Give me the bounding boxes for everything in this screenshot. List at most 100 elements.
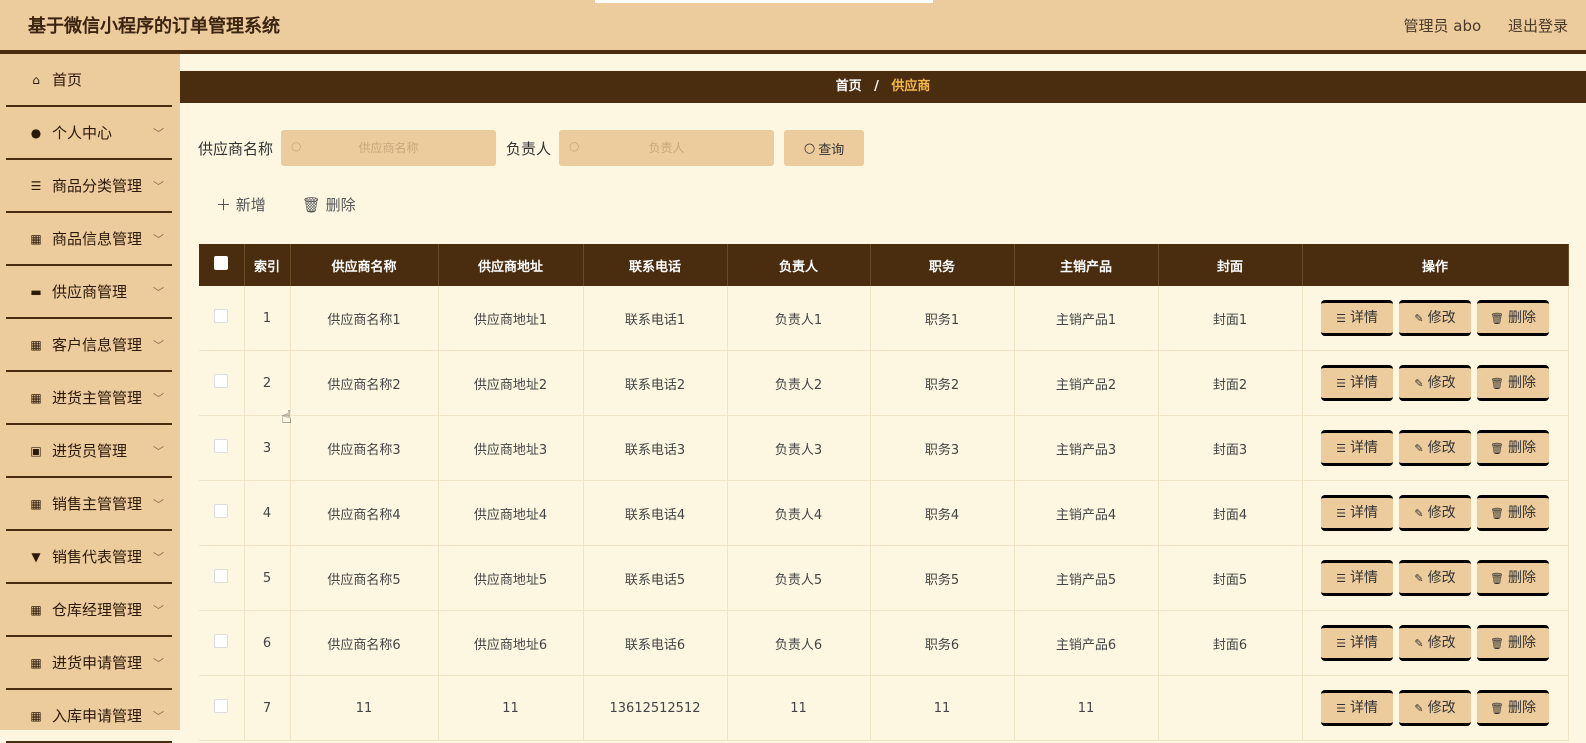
- table-cell: 联系电话3: [583, 415, 728, 481]
- table-row: 1 供应商名称1 供应商地址1 联系电话1 负责人1 职务1 主销产品1 封面1 ☰ 详情 ✎ 修改 🗑…: [199, 286, 1569, 351]
- detail-button[interactable]: ☰ 详情: [1321, 560, 1393, 596]
- trash-icon: 🗑: [1490, 442, 1504, 455]
- edit-button[interactable]: ✎ 修改: [1399, 690, 1471, 726]
- table-cell: 主销产品3: [1014, 415, 1159, 481]
- table-cell: 11: [870, 675, 1015, 741]
- delete-label: 删除: [325, 196, 356, 214]
- row-delete-button[interactable]: 🗑 删除: [1477, 625, 1549, 661]
- chevron-down-icon: ﹀: [153, 392, 164, 405]
- edit-button[interactable]: ✎ 修改: [1399, 560, 1471, 596]
- detail-button[interactable]: ☰ 详情: [1321, 430, 1393, 466]
- edit-button[interactable]: ✎ 修改: [1399, 625, 1471, 661]
- button-label: 修改: [1427, 505, 1456, 521]
- doc-icon: ☰: [1336, 442, 1346, 455]
- table-cell: 联系电话1: [583, 286, 728, 351]
- supplier-name-input[interactable]: [311, 140, 466, 156]
- sidebar-item-customer[interactable]: ▦ 客户信息管理 ﹀: [6, 319, 172, 372]
- query-button[interactable]: ○ 查询: [784, 130, 865, 166]
- main-content: 首页 / 供应商 供应商名称 ○ 负责人 ○ ○ 查询 ＋ 新增 🗑 删除: [180, 54, 1586, 741]
- button-label: 详情: [1349, 505, 1378, 521]
- pencil-icon: ✎: [1414, 442, 1424, 455]
- table-cell: 供应商名称3: [290, 415, 439, 481]
- row-delete-button[interactable]: 🗑 删除: [1477, 430, 1549, 466]
- clipboard-icon: ▣: [30, 443, 42, 458]
- detail-button[interactable]: ☰ 详情: [1321, 625, 1393, 661]
- doc-icon: ☰: [1336, 377, 1346, 390]
- row-select-cell: [199, 415, 245, 481]
- doc-icon: ☰: [1336, 572, 1346, 585]
- sidebar-item-label: 商品分类管理: [52, 177, 143, 195]
- row-actions: ☰ 详情 ✎ 修改 🗑 删除: [1302, 415, 1569, 481]
- plus-icon: ＋: [216, 196, 232, 214]
- table-cell: 职务4: [870, 480, 1015, 546]
- table-cell: 2: [244, 350, 291, 416]
- row-select-cell: [199, 350, 245, 416]
- row-checkbox[interactable]: [214, 699, 229, 713]
- row-actions: ☰ 详情 ✎ 修改 🗑 删除: [1302, 610, 1569, 676]
- sidebar-item-warehouse-manager[interactable]: ▦ 仓库经理管理 ﹀: [6, 584, 172, 637]
- mouse-cursor-icon: ☝: [281, 407, 292, 428]
- edit-button[interactable]: ✎ 修改: [1399, 430, 1471, 466]
- button-label: 删除: [1507, 700, 1536, 716]
- detail-button[interactable]: ☰ 详情: [1321, 495, 1393, 531]
- row-delete-button[interactable]: 🗑 删除: [1477, 560, 1549, 596]
- sidebar-item-profile[interactable]: ● 个人中心 ﹀: [6, 107, 172, 160]
- button-label: 详情: [1349, 700, 1378, 716]
- detail-button[interactable]: ☰ 详情: [1321, 365, 1393, 401]
- chevron-down-icon: ﹀: [153, 551, 164, 564]
- batch-delete-button[interactable]: 🗑 删除: [302, 194, 356, 215]
- breadcrumb-home[interactable]: 首页: [836, 79, 862, 94]
- button-label: 详情: [1349, 310, 1378, 326]
- edit-button[interactable]: ✎ 修改: [1399, 365, 1471, 401]
- button-label: 修改: [1427, 700, 1456, 716]
- row-checkbox[interactable]: [214, 634, 229, 648]
- row-delete-button[interactable]: 🗑 删除: [1477, 495, 1549, 531]
- row-delete-button[interactable]: 🗑 删除: [1477, 690, 1549, 726]
- row-select-cell: [199, 286, 245, 351]
- row-checkbox[interactable]: [214, 374, 229, 388]
- row-delete-button[interactable]: 🗑 删除: [1477, 300, 1549, 336]
- sidebar-item-purchase-request[interactable]: ▦ 进货申请管理 ﹀: [6, 637, 172, 690]
- sidebar-item-purchase-manager[interactable]: ▦ 进货主管管理 ﹀: [6, 372, 172, 425]
- table-cell: 联系电话2: [583, 350, 728, 416]
- stamp-icon: ▼: [31, 549, 41, 564]
- row-checkbox[interactable]: [214, 439, 229, 453]
- logout-link[interactable]: 退出登录: [1508, 17, 1568, 35]
- trash-icon: 🗑: [301, 196, 321, 214]
- supplier-name-label: 供应商名称: [198, 139, 274, 158]
- sidebar-item-purchaser[interactable]: ▣ 进货员管理 ﹀: [6, 425, 172, 478]
- select-all-checkbox[interactable]: [214, 256, 229, 270]
- row-actions: ☰ 详情 ✎ 修改 🗑 删除: [1302, 350, 1569, 416]
- column-header: 主销产品: [1014, 244, 1159, 286]
- person-icon: ●: [30, 125, 42, 140]
- person-input[interactable]: [589, 140, 744, 156]
- row-checkbox[interactable]: [214, 569, 229, 583]
- detail-button[interactable]: ☰ 详情: [1321, 300, 1393, 336]
- row-checkbox[interactable]: [214, 504, 229, 518]
- detail-button[interactable]: ☰ 详情: [1321, 690, 1393, 726]
- table-cell: 联系电话6: [583, 610, 728, 676]
- sidebar-item-goods[interactable]: ▦ 商品信息管理 ﹀: [6, 213, 172, 266]
- chevron-down-icon: ﹀: [153, 657, 164, 670]
- row-delete-button[interactable]: 🗑 删除: [1477, 365, 1549, 401]
- edit-button[interactable]: ✎ 修改: [1399, 495, 1471, 531]
- edit-button[interactable]: ✎ 修改: [1399, 300, 1471, 336]
- doc-icon: ☰: [1336, 637, 1346, 650]
- pencil-icon: ✎: [1414, 507, 1424, 520]
- table-row: 5 供应商名称5 供应商地址5 联系电话5 负责人5 职务5 主销产品5 封面5 ☰ 详情 ✎ 修改 🗑…: [199, 545, 1569, 611]
- grid-icon: ▦: [30, 708, 42, 723]
- sidebar-item-sales-manager[interactable]: ▦ 销售主管管理 ﹀: [6, 478, 172, 531]
- table-cell: 封面1: [1158, 286, 1303, 351]
- row-checkbox[interactable]: [214, 309, 229, 323]
- sidebar-item-sales-rep[interactable]: ▼ 销售代表管理 ﹀: [6, 531, 172, 584]
- row-actions: ☰ 详情 ✎ 修改 🗑 删除: [1302, 545, 1569, 611]
- pencil-icon: ✎: [1414, 377, 1424, 390]
- grid-icon: ▦: [30, 655, 42, 670]
- table-header-row: 索引 供应商名称 供应商地址 联系电话 负责人 职务 主销产品 封面 操作: [199, 244, 1569, 286]
- sidebar-item-category[interactable]: ☰ 商品分类管理 ﹀: [6, 160, 172, 213]
- button-label: 删除: [1507, 310, 1536, 326]
- add-button[interactable]: ＋ 新增: [216, 194, 266, 215]
- sidebar-item-home[interactable]: ⌂ 首页: [6, 54, 172, 107]
- sidebar-item-inbound-request[interactable]: ▦ 入库申请管理 ﹀: [6, 690, 172, 743]
- sidebar-item-supplier[interactable]: ▬ 供应商管理 ﹀: [6, 266, 172, 319]
